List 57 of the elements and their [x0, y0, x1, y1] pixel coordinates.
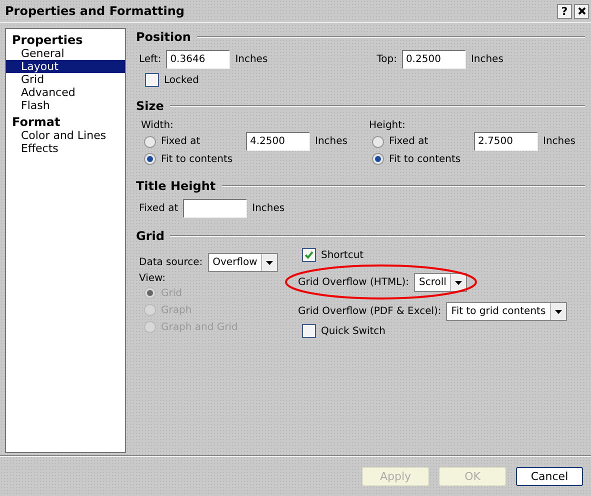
caret-icon[interactable] [450, 274, 466, 291]
field-label: Fixed at [139, 203, 178, 214]
help-button[interactable]: ? [557, 4, 572, 18]
checkbox-label: Shortcut [321, 250, 364, 260]
field-label: Left: [139, 54, 162, 65]
radio-label: Fixed at [389, 136, 430, 147]
input-field[interactable] [183, 199, 248, 218]
radio-button[interactable] [372, 136, 384, 148]
caret-icon[interactable] [550, 303, 566, 320]
sidebar-item[interactable]: Layout [6, 60, 125, 73]
sidebar-item[interactable]: Flash [6, 99, 125, 112]
input-field[interactable]: 2.7500 [474, 132, 538, 151]
caret-icon[interactable] [261, 254, 278, 271]
input-field[interactable]: 4.2500 [246, 132, 310, 151]
dialog-button[interactable]: Cancel [516, 466, 583, 486]
section-heading: Size [136, 99, 164, 113]
unit-label: Inches [315, 136, 348, 147]
sidebar-item[interactable]: Color and Lines [6, 129, 125, 142]
checkbox[interactable] [145, 73, 159, 87]
sidebar-item[interactable]: Grid [6, 73, 125, 86]
radio-button[interactable] [144, 153, 156, 165]
checkbox[interactable] [302, 324, 316, 338]
section-heading: Position [136, 30, 191, 44]
field-label: Top: [376, 54, 397, 65]
section-heading: Title Height [136, 179, 216, 193]
radio-button[interactable] [372, 153, 384, 165]
field-label: View: [139, 273, 166, 284]
field-label: Data source: [139, 257, 203, 268]
field-label: Width: [141, 120, 174, 131]
sidebar-group-label: Format [11, 115, 62, 129]
radio-label: Fit to contents [389, 154, 461, 164]
field-label: Grid Overflow (PDF & Excel): [298, 306, 442, 317]
checkbox-label: Locked [164, 74, 199, 86]
html-overflow-dropdown[interactable]: Scroll [414, 273, 468, 292]
input-field[interactable]: 0.2500 [402, 50, 466, 69]
close-button[interactable] [574, 4, 589, 18]
unit-label: Inches [235, 54, 268, 65]
checkbox[interactable] [302, 248, 316, 262]
input-field[interactable]: 0.3646 [166, 50, 230, 69]
radio-label: Fit to contents [161, 154, 233, 164]
radio-button[interactable] [144, 136, 156, 148]
section-heading: Grid [136, 229, 164, 243]
unit-label: Inches [470, 54, 504, 65]
pdf-overflow-dropdown[interactable]: Fit to grid contents [446, 302, 567, 321]
field-label: Grid Overflow (HTML): [298, 277, 409, 288]
close-icon [578, 7, 586, 15]
sidebar-item[interactable]: Advanced [6, 86, 125, 99]
sidebar-item[interactable]: Effects [6, 142, 125, 155]
radio-label: Fixed at [161, 136, 202, 147]
sidebar-group-label: Properties [11, 33, 84, 47]
unit-label: Inches [543, 136, 576, 147]
field-label: Height: [369, 120, 406, 131]
sidebar-item[interactable]: General [6, 47, 125, 60]
data-source-dropdown[interactable]: Overflow [208, 253, 278, 272]
unit-label: Inches [252, 203, 285, 214]
checkbox-label: Quick Switch [321, 326, 386, 336]
window-title: Properties and Formatting [5, 4, 186, 18]
